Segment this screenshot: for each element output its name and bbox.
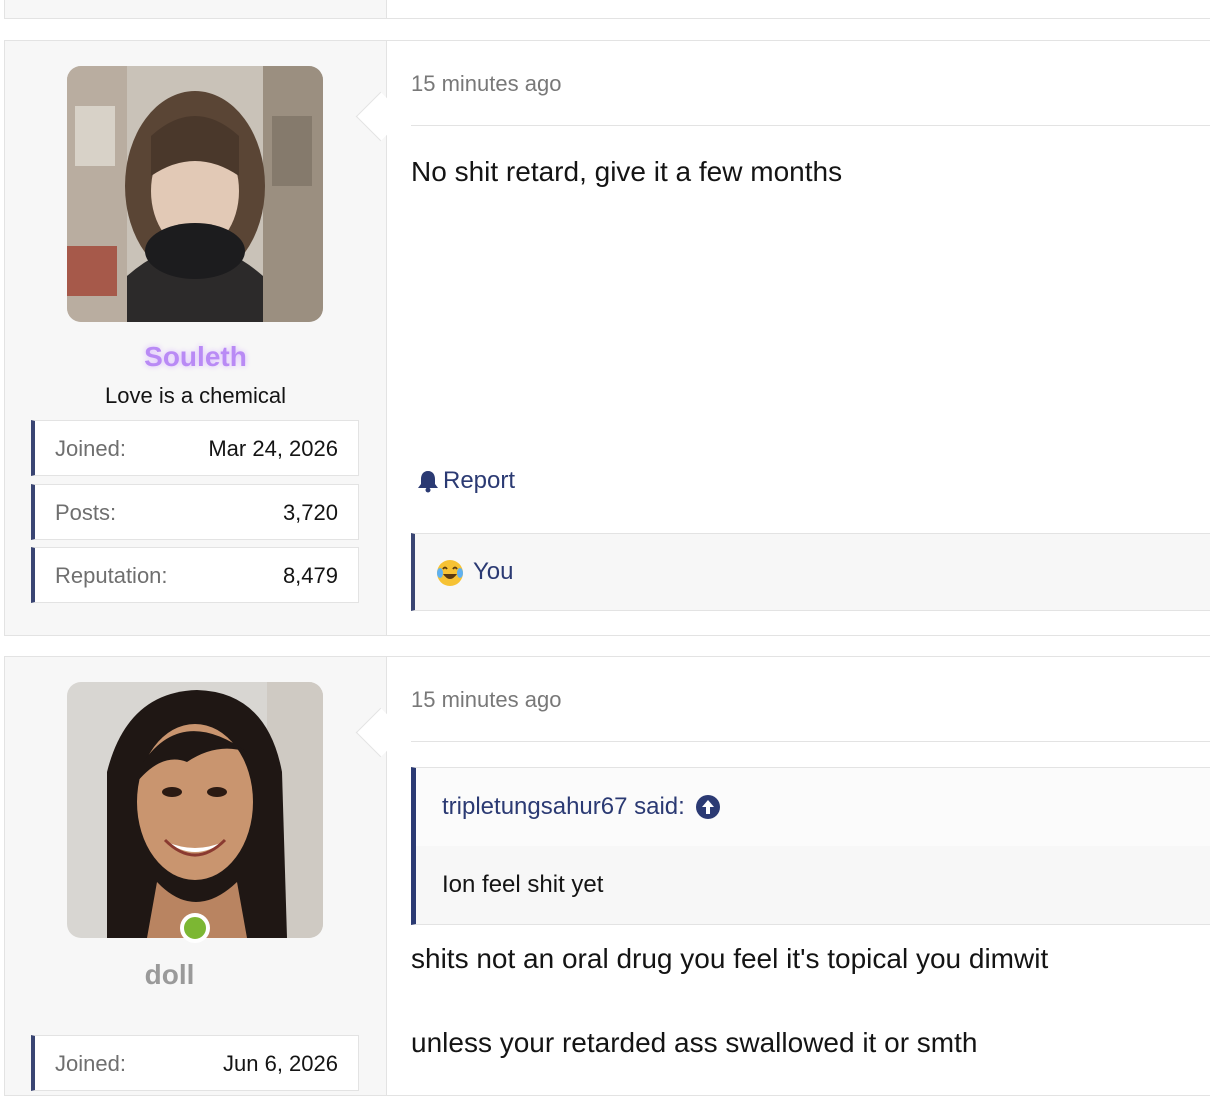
quote-header[interactable]: tripletungsahur67 said: (416, 768, 1210, 846)
divider (411, 741, 1210, 742)
quote-author[interactable]: tripletungsahur67 said: (442, 793, 685, 821)
post-main: 15 minutes ago tripletungsahur67 said: I… (411, 657, 1210, 1095)
report-button[interactable]: Report (417, 467, 515, 495)
username[interactable]: Souleth (5, 341, 386, 373)
post-user-column: doll Joined: Jun 6, 2026 (5, 657, 387, 1095)
stat-value: 3,720 (282, 500, 338, 525)
stat-value: 8,479 (282, 563, 338, 588)
post-body-line: shits not an oral drug you feel it's top… (411, 943, 1049, 974)
post: Souleth Love is a chemical Joined: Mar 2… (4, 40, 1210, 636)
user-title: Love is a chemical (105, 383, 286, 408)
online-status-indicator (180, 913, 210, 943)
stat-reputation: Reputation: 8,479 (31, 547, 359, 603)
post-body-line: unless your retarded ass swallowed it or… (411, 1027, 978, 1058)
stat-joined: Joined: Mar 24, 2026 (31, 420, 359, 476)
post-user-column: Souleth Love is a chemical Joined: Mar 2… (5, 41, 387, 635)
stat-joined: Joined: Jun 6, 2026 (31, 1035, 359, 1091)
previous-post-user-column (5, 0, 387, 18)
reaction-users[interactable]: You (473, 558, 514, 586)
avatar[interactable] (67, 682, 323, 938)
post-body: No shit retard, give it a few months (411, 156, 843, 187)
post-timestamp[interactable]: 15 minutes ago (411, 71, 561, 97)
stat-label: Joined: (55, 1051, 126, 1076)
bell-icon (418, 471, 438, 493)
stat-label: Posts: (55, 500, 117, 525)
username[interactable]: doll (0, 959, 360, 991)
quote-text: Ion feel shit yet (416, 846, 1210, 924)
reactions-bar[interactable]: You (411, 533, 1210, 611)
post-main: 15 minutes ago No shit retard, give it a… (411, 41, 1210, 635)
stat-label: Reputation: (55, 563, 168, 588)
post: doll Joined: Jun 6, 2026 15 minutes ago … (4, 656, 1210, 1096)
quote-block: tripletungsahur67 said: Ion feel shit ye… (411, 767, 1210, 925)
crying-laughing-emoji-icon (437, 560, 463, 586)
stat-label: Joined: (55, 436, 126, 461)
stat-value: Jun 6, 2026 (223, 1051, 338, 1076)
avatar[interactable] (67, 66, 323, 322)
arrow-up-circle-icon[interactable] (695, 794, 721, 820)
report-label: Report (443, 467, 516, 494)
stat-value: Mar 24, 2026 (208, 436, 338, 461)
divider (411, 125, 1210, 126)
stat-posts: Posts: 3,720 (31, 484, 359, 540)
post-timestamp[interactable]: 15 minutes ago (411, 687, 561, 713)
previous-post-fragment (4, 0, 1210, 19)
